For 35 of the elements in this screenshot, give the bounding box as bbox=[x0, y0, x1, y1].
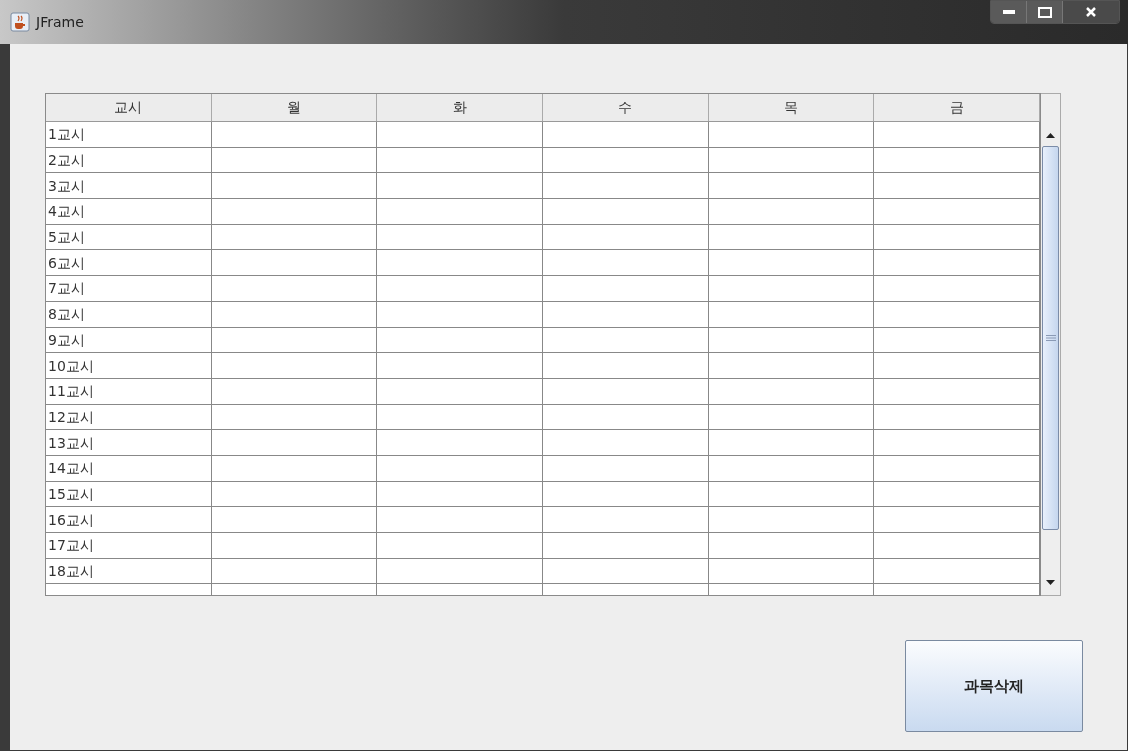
minimize-icon bbox=[1002, 10, 1015, 14]
scrollbar[interactable] bbox=[1041, 93, 1061, 596]
table-cell: 9교시 bbox=[46, 327, 212, 353]
column-header[interactable]: 화 bbox=[377, 94, 543, 121]
column-header[interactable]: 금 bbox=[874, 94, 1040, 121]
table-cell: 15교시 bbox=[46, 481, 212, 507]
table-cell: 10교시 bbox=[46, 353, 212, 378]
close-icon bbox=[1085, 6, 1097, 18]
delete-subject-button[interactable]: 과목삭제 bbox=[905, 640, 1083, 732]
column-header[interactable]: 목 bbox=[708, 94, 875, 121]
table-cell: 3교시 bbox=[46, 173, 212, 199]
coffee-cup-icon bbox=[10, 12, 30, 32]
column-header[interactable]: 수 bbox=[543, 94, 709, 121]
column-header[interactable]: 교시 bbox=[46, 94, 212, 121]
table-cell: 14교시 bbox=[46, 455, 212, 481]
table-cell: 2교시 bbox=[46, 147, 212, 173]
minimize-button[interactable] bbox=[991, 1, 1027, 23]
column-header[interactable]: 월 bbox=[211, 94, 378, 121]
table-cell: 16교시 bbox=[46, 507, 212, 532]
maximize-button[interactable] bbox=[1027, 1, 1063, 23]
table-cell: 17교시 bbox=[46, 533, 212, 558]
maximize-icon bbox=[1037, 6, 1052, 18]
table-cell: 12교시 bbox=[46, 404, 212, 430]
table-cell: 6교시 bbox=[46, 250, 212, 276]
scroll-thumb[interactable] bbox=[1042, 146, 1059, 530]
table-cell: 13교시 bbox=[46, 430, 212, 455]
table-cell: 7교시 bbox=[46, 276, 212, 301]
table-cell: 4교시 bbox=[46, 199, 212, 224]
table-cell: 11교시 bbox=[46, 378, 212, 404]
table-cell: 8교시 bbox=[46, 301, 212, 327]
window-title: JFrame bbox=[36, 12, 84, 32]
table-cell: 5교시 bbox=[46, 224, 212, 250]
table-cell: 1교시 bbox=[46, 122, 212, 147]
close-button[interactable] bbox=[1063, 1, 1119, 23]
table-cell: 18교시 bbox=[46, 558, 212, 584]
